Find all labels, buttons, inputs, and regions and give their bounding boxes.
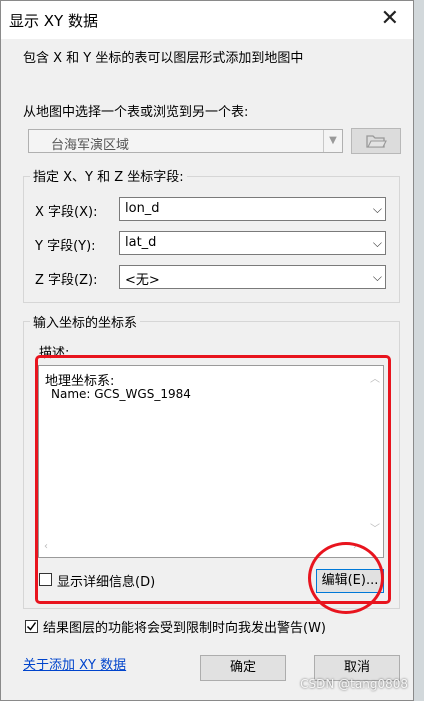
ok-button[interactable]: 确定 (200, 655, 286, 681)
z-field-label: Z 字段(Z): (35, 273, 98, 288)
z-field-select[interactable]: <无> ⌵ (119, 265, 386, 289)
intro-text: 包含 X 和 Y 坐标的表可以图层形式添加到地图中 (23, 51, 304, 66)
watermark: CSDN @tang0808 (300, 677, 408, 691)
x-field-label: X 字段(X): (35, 205, 98, 220)
chevron-down-icon: ⌵ (372, 270, 382, 284)
warn-label: 结果图层的功能将会受到限制时向我发出警告(W) (43, 621, 326, 636)
crs-group-label: 输入坐标的坐标系 (30, 312, 141, 331)
folder-open-icon (366, 135, 387, 148)
close-icon[interactable]: ✕ (381, 7, 399, 31)
title-bar: 显示 XY 数据 ✕ (1, 1, 413, 39)
z-field-value: <无> (125, 273, 160, 288)
x-field-value: lon_d (125, 201, 160, 216)
xyz-group-label: 指定 X、Y 和 Z 坐标字段: (30, 166, 187, 185)
browse-button[interactable] (351, 128, 401, 154)
warn-checkbox[interactable] (25, 620, 38, 633)
about-link[interactable]: 关于添加 XY 数据 (23, 654, 126, 673)
map-background-right (414, 0, 424, 701)
table-select[interactable]: 台海军演区域 ▼ (28, 129, 343, 153)
y-field-value: lat_d (125, 235, 157, 250)
checkmark-icon (26, 622, 37, 631)
y-field-select[interactable]: lat_d ⌵ (119, 231, 386, 255)
chevron-down-icon: ⌵ (372, 236, 382, 250)
x-field-select[interactable]: lon_d ⌵ (119, 197, 386, 221)
y-field-label: Y 字段(Y): (35, 239, 96, 254)
annotation-red-circle (308, 542, 384, 614)
table-select-value: 台海军演区域 (51, 138, 130, 153)
chevron-down-icon: ⌵ (372, 202, 382, 216)
table-prompt-label: 从地图中选择一个表或浏览到另一个表: (23, 105, 249, 120)
dialog-title: 显示 XY 数据 (9, 12, 98, 30)
chevron-down-icon: ▼ (323, 130, 342, 152)
